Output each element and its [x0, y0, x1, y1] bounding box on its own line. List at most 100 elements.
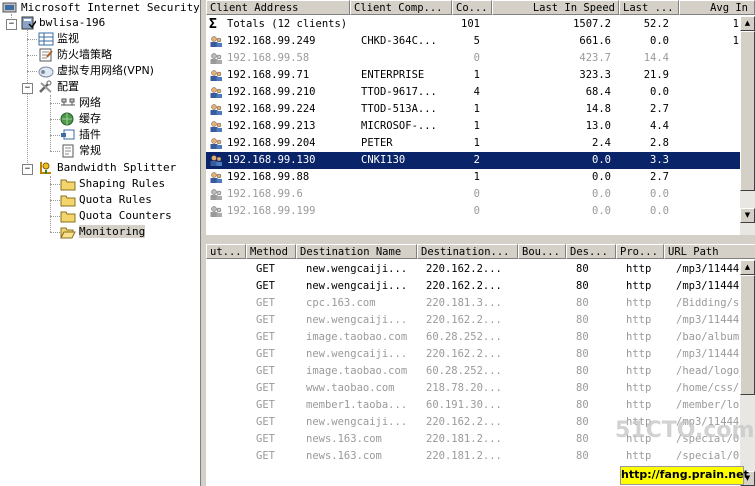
client-row[interactable]: 192.168.99.249 CHKD-364C... 5 661.6 0.0 1: [206, 33, 755, 50]
sigma-icon: Σ: [209, 17, 217, 32]
client-cell-addr: 192.168.99.88: [227, 171, 310, 183]
connection-row[interactable]: GET image.taobao.com 60.28.252... 80 http/ba…: [206, 329, 755, 346]
client-row[interactable]: 192.168.99.210 TTOD-9617... 4 68.4 0.0: [206, 84, 755, 101]
client-cell-avg: [679, 84, 739, 101]
connection-row[interactable]: GET new.wengcaiji... 220.162.2... 80 http/mp…: [206, 312, 755, 329]
client-row[interactable]: 192.168.99.71 ENTERPRISE 1 323.3 21.9: [206, 67, 755, 84]
column-header-last-in-speed[interactable]: Last In Speed: [492, 0, 619, 15]
client-cell-avg: [679, 67, 739, 84]
client-row[interactable]: 192.168.99.6 0 0.0 0.0: [206, 186, 755, 203]
tree-root[interactable]: Microsoft Internet Security a: [2, 0, 200, 16]
tree-item-addins[interactable]: 插件: [60, 127, 101, 143]
tree-item-shaping-rules[interactable]: Shaping Rules: [60, 176, 165, 192]
client-row[interactable]: 192.168.99.204 PETER 1 2.4 2.8: [206, 135, 755, 152]
tree-item-configuration[interactable]: 配置: [38, 79, 79, 95]
connection-cell-port: 80: [576, 399, 589, 411]
client-row[interactable]: 192.168.99.224 TTOD-513A... 1 14.8 2.7: [206, 101, 755, 118]
scroll-up-arrow-icon[interactable]: ▲: [740, 260, 755, 275]
clients-scrollbar[interactable]: ▲ ▼: [740, 16, 755, 235]
column-header-bound[interactable]: Bou...: [518, 244, 566, 259]
column-header-last-out[interactable]: Last ...: [619, 0, 679, 15]
column-header-destination-port[interactable]: Des...: [566, 244, 616, 259]
scroll-thumb[interactable]: [740, 31, 755, 191]
client-cell-comp: [361, 50, 451, 67]
connection-cell-path: /mp3/114446: [676, 314, 740, 326]
tree-item-quota-rules[interactable]: Quota Rules: [60, 192, 152, 208]
connection-cell-port: 80: [576, 297, 589, 309]
collapse-config-button[interactable]: −: [22, 83, 33, 94]
tree-item-cache[interactable]: 缓存: [60, 111, 101, 127]
client-cell-addr: 192.168.99.71: [227, 69, 310, 81]
connection-row[interactable]: GET member1.taoba... 60.191.30... 80 http/me…: [206, 397, 755, 414]
tree-line: [27, 39, 37, 40]
client-cell-speed: 661.6: [579, 35, 611, 47]
connection-cell-name: cpc.163.com: [306, 297, 376, 309]
connection-row[interactable]: GET new.wengcaiji... 220.162.2... 80 http/mp…: [206, 346, 755, 363]
connection-row[interactable]: GET new.wengcaiji... 220.162.2... 80 http/mp…: [206, 261, 755, 278]
tree-item-firewall-policy[interactable]: 防火墙策略: [38, 47, 112, 63]
column-header-avg-in[interactable]: Avg In: [679, 0, 755, 15]
column-header-method[interactable]: Method: [246, 244, 296, 259]
scroll-up-arrow-icon[interactable]: ▲: [740, 16, 755, 31]
client-row[interactable]: 192.168.99.130 CNKI130 2 0.0 3.3: [206, 151, 755, 170]
collapse-server-button[interactable]: −: [6, 19, 17, 30]
client-row[interactable]: 192.168.99.199 0 0.0 0.0: [206, 203, 755, 220]
horizontal-splitter[interactable]: [206, 235, 755, 244]
tree-item-vpn[interactable]: 虚拟专用网络(VPN): [38, 63, 154, 79]
tree-item-label: 常规: [79, 144, 101, 157]
connection-row[interactable]: GET image.taobao.com 60.28.252... 80 http/he…: [206, 363, 755, 380]
client-users-icon: [209, 120, 223, 133]
connection-cell-proto: http: [626, 382, 652, 394]
connection-row[interactable]: GET new.wengcaiji... 220.162.2... 80 http/mp…: [206, 278, 755, 295]
connection-cell-proto: http: [626, 263, 652, 275]
clients-header: Client Address Client Comp... Co... Last…: [206, 0, 755, 15]
scroll-down-arrow-icon[interactable]: ▼: [740, 208, 755, 223]
connection-cell-name: new.wengcaiji...: [306, 280, 408, 292]
client-cell-comp: [361, 169, 451, 186]
column-header-client-address[interactable]: Client Address: [206, 0, 350, 15]
collapse-bandwidth-splitter-button[interactable]: −: [22, 164, 33, 175]
connection-cell-name: new.wengcaiji...: [306, 416, 408, 428]
client-cell-last: 21.9: [643, 69, 669, 81]
column-header-out[interactable]: ut...: [206, 244, 246, 259]
connection-cell-ip: 60.28.252...: [426, 365, 502, 377]
connection-cell-path: /home/css/g: [676, 382, 740, 394]
client-row[interactable]: 192.168.99.58 0 423.7 14.4: [206, 50, 755, 67]
tree-item-quota-counters[interactable]: Quota Counters: [60, 208, 172, 224]
column-header-protocol[interactable]: Pro...: [616, 244, 664, 259]
column-header-destination-name[interactable]: Destination Name: [296, 244, 417, 259]
column-header-destination-ip[interactable]: Destination...: [417, 244, 518, 259]
client-cell-last: 0.0: [650, 205, 669, 217]
client-cell-speed: 323.3: [579, 69, 611, 81]
tree-item-general[interactable]: 常规: [60, 143, 101, 159]
column-header-client-computer[interactable]: Client Comp...: [350, 0, 452, 15]
client-cell-speed: 14.8: [585, 103, 611, 115]
client-cell-avg: [679, 186, 739, 203]
connections-scrollbar[interactable]: ▲ ▼: [740, 260, 755, 486]
tree-item-label: 缓存: [79, 112, 101, 125]
column-header-connections[interactable]: Co...: [452, 0, 492, 15]
connection-row[interactable]: GET cpc.163.com 220.181.3... 80 http/Bidding…: [206, 295, 755, 312]
tree-item-monitoring[interactable]: Monitoring: [60, 224, 146, 240]
tree-item-bandwidth-splitter[interactable]: Bandwidth Splitter: [38, 160, 176, 176]
tree-item-label: Shaping Rules: [79, 177, 166, 190]
connection-cell-port: 80: [576, 280, 589, 292]
connection-row[interactable]: GET www.taobao.com 218.78.20... 80 http/home…: [206, 380, 755, 397]
client-cell-comp: MICROSOF-...: [361, 120, 437, 132]
connection-cell-ip: 220.162.2...: [426, 314, 502, 326]
client-cell-avg: 1: [732, 35, 739, 47]
client-cell-last: 3.3: [650, 154, 669, 166]
client-row[interactable]: 192.168.99.213 MICROSOF-... 1 13.0 4.4: [206, 118, 755, 135]
client-cell-last: 4.4: [650, 120, 669, 132]
connection-row[interactable]: GET news.163.com 220.181.2... 80 http/specia…: [206, 448, 755, 465]
connection-cell-ip: 220.162.2...: [426, 416, 502, 428]
tree-item-networks[interactable]: 网络: [60, 95, 101, 111]
tree-item-monitoring-cn[interactable]: 监视: [38, 31, 79, 47]
tree-server[interactable]: bwlisa-196: [20, 15, 105, 31]
totals-row[interactable]: Σ Totals (12 clients) 101 1507.2 52.2 1: [206, 16, 755, 33]
scroll-thumb[interactable]: [740, 275, 755, 395]
connection-cell-name: member1.taoba...: [306, 399, 408, 411]
client-row[interactable]: 192.168.99.88 1 0.0 2.7: [206, 169, 755, 186]
column-header-url-path[interactable]: URL Path: [664, 244, 755, 259]
client-users-icon: [209, 52, 223, 65]
